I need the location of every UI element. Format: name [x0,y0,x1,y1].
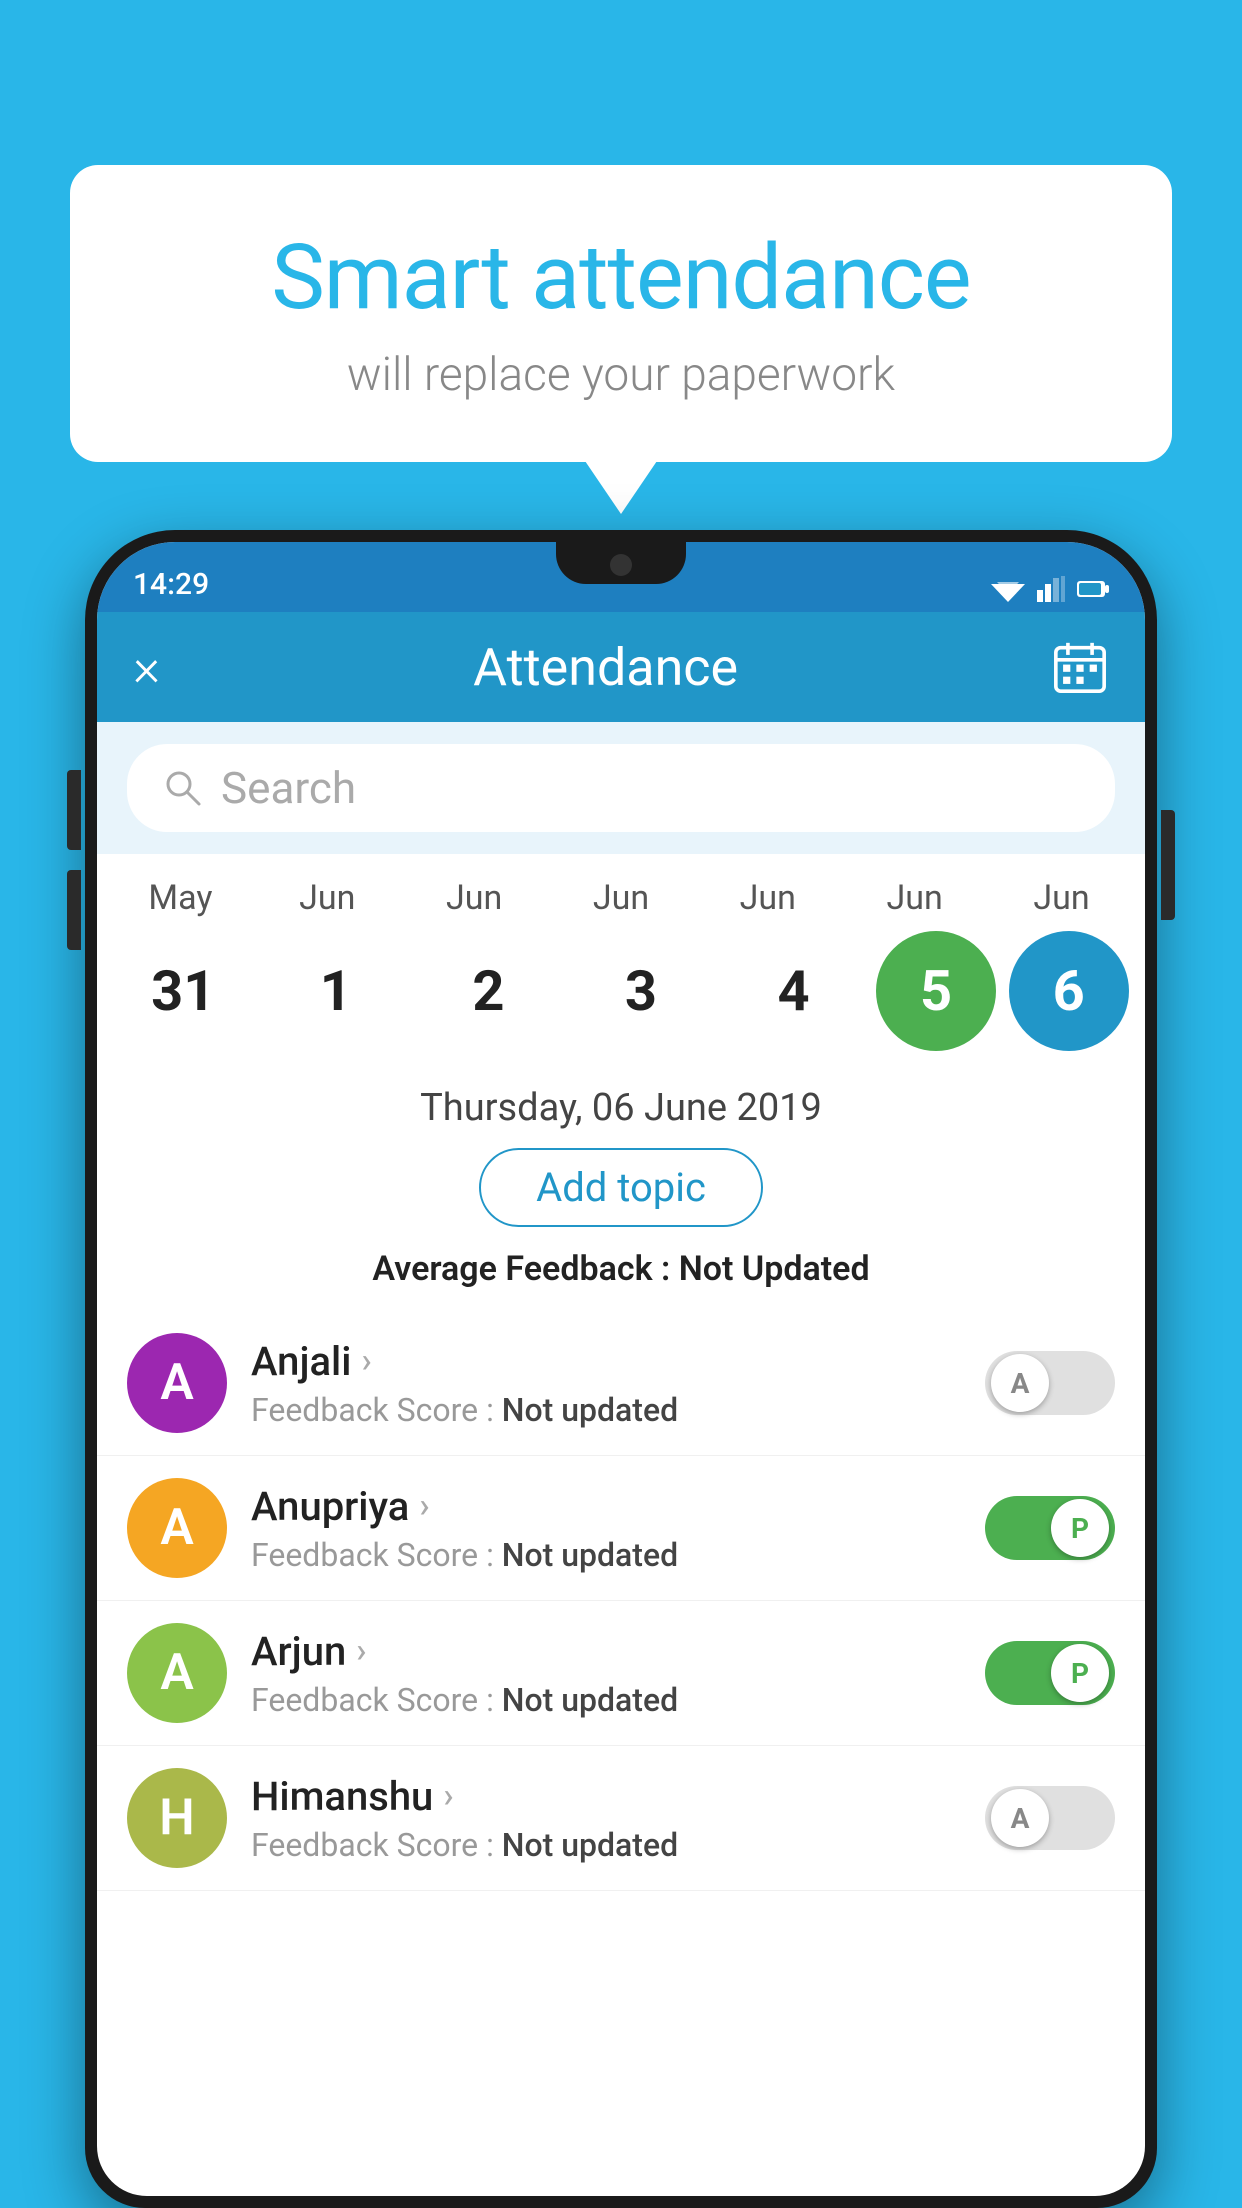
cal-month-1: Jun [257,878,397,918]
phone-screen: 14:29 × [97,542,1145,2196]
feedback-score-3: Feedback Score : Not updated [251,1826,961,1864]
cal-month-5: Jun [845,878,985,918]
toggle-knob-0: A [991,1354,1049,1412]
student-name-1: Anupriya › [251,1483,961,1530]
cal-month-3: Jun [551,878,691,918]
toggle-0[interactable]: A [985,1351,1115,1415]
bubble-title: Smart attendance [150,225,1092,330]
date-label: Thursday, 06 June 2019 [127,1086,1115,1130]
student-avatar-1: A [127,1478,227,1578]
chevron-icon-3: › [443,1776,453,1816]
app-header: × Attendance [97,612,1145,722]
cal-month-0: May [110,878,250,918]
battery-icon [1077,579,1109,599]
cal-day-4[interactable]: 4 [724,926,864,1056]
cal-day-5[interactable]: 5 [876,931,996,1051]
phone-frame: 14:29 × [85,530,1157,2208]
calendar-strip: May Jun Jun Jun Jun Jun Jun 31 1 2 3 4 5… [97,854,1145,1066]
chevron-icon-0: › [361,1341,371,1381]
student-avatar-3: H [127,1768,227,1868]
close-button[interactable]: × [133,637,160,698]
volume-button-2 [67,870,81,950]
add-topic-button[interactable]: Add topic [479,1148,763,1227]
cal-month-6: Jun [991,878,1131,918]
student-name-3: Himanshu › [251,1773,961,1820]
avg-feedback: Average Feedback : Not Updated [127,1249,1115,1289]
header-title: Attendance [473,637,738,698]
cal-day-31[interactable]: 31 [113,926,253,1056]
toggle-knob-1: P [1051,1499,1109,1557]
cal-day-6[interactable]: 6 [1009,931,1129,1051]
attendance-toggle-3[interactable]: A [985,1786,1115,1850]
feedback-value-2: Not updated [502,1681,678,1719]
toggle-knob-3: A [991,1789,1049,1847]
attendance-toggle-2[interactable]: P [985,1641,1115,1705]
feedback-score-0: Feedback Score : Not updated [251,1391,961,1429]
speech-bubble: Smart attendance will replace your paper… [70,165,1172,462]
student-list: A Anjali › Feedback Score : Not updated … [97,1311,1145,1891]
student-item-2[interactable]: A Arjun › Feedback Score : Not updated P [97,1601,1145,1746]
speech-bubble-container: Smart attendance will replace your paper… [70,165,1172,462]
camera [610,554,632,576]
student-info-3: Himanshu › Feedback Score : Not updated [251,1773,961,1864]
search-bar-wrap: Search [97,722,1145,854]
cal-day-3[interactable]: 3 [571,926,711,1056]
cal-month-2: Jun [404,878,544,918]
attendance-toggle-1[interactable]: P [985,1496,1115,1560]
chevron-icon-1: › [419,1486,429,1526]
search-bar[interactable]: Search [127,744,1115,832]
toggle-2[interactable]: P [985,1641,1115,1705]
notch [556,542,686,584]
student-item-0[interactable]: A Anjali › Feedback Score : Not updated … [97,1311,1145,1456]
search-input[interactable]: Search [221,762,356,814]
toggle-3[interactable]: A [985,1786,1115,1850]
status-icons [991,576,1109,602]
student-name-2: Arjun › [251,1628,961,1675]
signal-icon [1037,576,1065,602]
student-info-2: Arjun › Feedback Score : Not updated [251,1628,961,1719]
volume-button-1 [67,770,81,850]
chevron-icon-2: › [356,1631,366,1671]
feedback-value-3: Not updated [502,1826,678,1864]
toggle-knob-2: P [1051,1644,1109,1702]
student-item-1[interactable]: A Anupriya › Feedback Score : Not update… [97,1456,1145,1601]
attendance-toggle-0[interactable]: A [985,1351,1115,1415]
status-time: 14:29 [133,567,209,602]
search-icon [163,768,203,808]
student-item-3[interactable]: H Himanshu › Feedback Score : Not update… [97,1746,1145,1891]
feedback-value-0: Not updated [502,1391,678,1429]
feedback-score-1: Feedback Score : Not updated [251,1536,961,1574]
cal-month-4: Jun [698,878,838,918]
avg-feedback-value: Not Updated [679,1249,870,1289]
student-info-0: Anjali › Feedback Score : Not updated [251,1338,961,1429]
feedback-value-1: Not updated [502,1536,678,1574]
feedback-score-2: Feedback Score : Not updated [251,1681,961,1719]
calendar-months: May Jun Jun Jun Jun Jun Jun [107,878,1135,918]
power-button [1161,810,1175,920]
wifi-icon [991,576,1025,602]
date-info: Thursday, 06 June 2019 Add topic Average… [97,1066,1145,1311]
student-info-1: Anupriya › Feedback Score : Not updated [251,1483,961,1574]
cal-day-2[interactable]: 2 [418,926,558,1056]
toggle-1[interactable]: P [985,1496,1115,1560]
calendar-days: 31 1 2 3 4 5 6 [107,926,1135,1056]
calendar-icon[interactable] [1051,638,1109,696]
cal-day-1[interactable]: 1 [266,926,406,1056]
avg-feedback-label: Average Feedback : [372,1249,678,1289]
bubble-subtitle: will replace your paperwork [150,348,1092,402]
student-avatar-2: A [127,1623,227,1723]
student-name-0: Anjali › [251,1338,961,1385]
student-avatar-0: A [127,1333,227,1433]
